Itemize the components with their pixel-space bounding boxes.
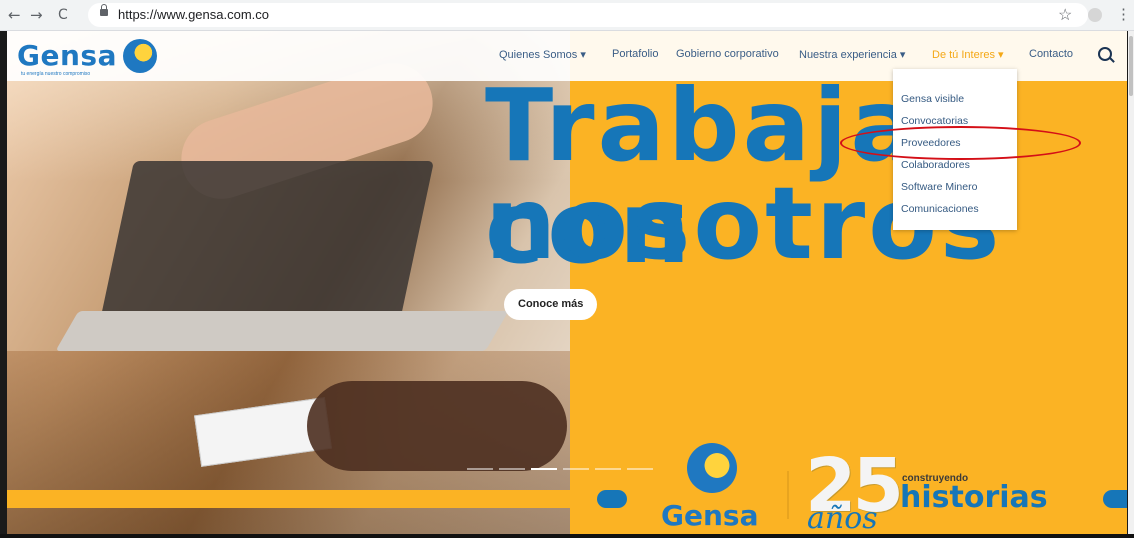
laptop-shape <box>99 161 435 321</box>
search-icon[interactable] <box>1098 47 1112 61</box>
conoce-mas-button[interactable]: Conoce más <box>504 289 598 320</box>
url-text[interactable]: https://www.gensa.com.co <box>118 7 269 22</box>
page-scrollbar-thumb[interactable] <box>1129 36 1133 96</box>
extension-icon[interactable] <box>1088 8 1102 22</box>
logo-divider <box>787 471 789 519</box>
nav-contacto[interactable]: Contacto <box>1029 48 1073 60</box>
blue-pill-right <box>1103 490 1127 508</box>
dropdown-item-software-minero[interactable]: Software Minero <box>901 181 977 193</box>
site-logo[interactable]: Gensa <box>17 39 117 72</box>
nav-nuestra-experiencia[interactable]: Nuestra experiencia ▾ <box>799 48 905 61</box>
browser-menu-icon[interactable]: ⋮ <box>1116 5 1131 23</box>
carousel-dot[interactable] <box>627 468 653 470</box>
anniversary-word: años <box>807 501 878 534</box>
annotation-red-ellipse <box>840 126 1081 160</box>
logo-tagline: tu energía nuestro compromiso <box>21 71 91 77</box>
dropdown-item-comunicaciones[interactable]: Comunicaciones <box>901 203 979 215</box>
gensa-g-logo-icon <box>687 443 737 493</box>
lock-icon <box>100 4 108 16</box>
dropdown-item-gensa-visible[interactable]: Gensa visible <box>901 93 964 105</box>
hand-shape <box>307 381 567 471</box>
forward-icon[interactable]: → <box>30 6 43 24</box>
page-scrollbar[interactable] <box>1128 31 1134 534</box>
nav-gobierno-corporativo[interactable]: Gobierno corporativo <box>676 48 779 60</box>
nav-portafolio[interactable]: Portafolio <box>612 48 658 60</box>
yellow-strip <box>7 490 617 508</box>
laptop-base-shape <box>55 311 509 351</box>
reload-icon[interactable]: C <box>58 6 68 24</box>
carousel-indicators <box>467 468 677 470</box>
back-icon[interactable]: ← <box>8 6 21 24</box>
nav-quienes-somos[interactable]: Quienes Somos ▾ <box>499 48 586 61</box>
dropdown-item-colaboradores[interactable]: Colaboradores <box>901 159 970 171</box>
gensa-footer-logo: Gensa <box>661 499 759 532</box>
carousel-dot-active[interactable] <box>531 468 557 470</box>
bookmark-star-icon[interactable]: ☆ <box>1058 5 1072 25</box>
historias-text: historias <box>900 480 1048 515</box>
page-viewport: Trabaja con nosotros Gensa tu energía nu… <box>7 31 1127 534</box>
address-bar[interactable]: https://www.gensa.com.co <box>88 3 1088 27</box>
logo-g-icon[interactable] <box>123 39 157 73</box>
carousel-dot[interactable] <box>595 468 621 470</box>
carousel-dot[interactable] <box>467 468 493 470</box>
carousel-dot[interactable] <box>499 468 525 470</box>
browser-toolbar: ← → C https://www.gensa.com.co ☆ ⋮ <box>0 0 1134 31</box>
carousel-dot[interactable] <box>563 468 589 470</box>
nav-de-tu-interes[interactable]: De tú Interes ▾ <box>932 48 1004 61</box>
taskbar-edge <box>0 534 1134 538</box>
blue-pill-left <box>597 490 627 508</box>
